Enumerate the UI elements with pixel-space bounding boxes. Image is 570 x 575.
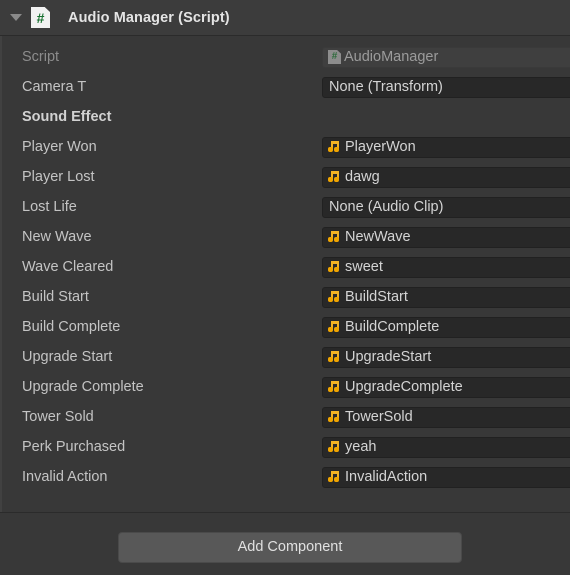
object-field-script: # AudioManager xyxy=(322,46,570,68)
property-label: Player Won xyxy=(22,139,97,155)
property-label: Perk Purchased xyxy=(22,439,126,455)
property-label: Build Complete xyxy=(22,319,121,335)
property-label: Tower Sold xyxy=(22,409,94,425)
property-row-new-wave: New Wave NewWave xyxy=(2,222,570,252)
property-label: Script xyxy=(22,49,60,65)
object-field-value: yeah xyxy=(345,438,377,455)
audio-clip-icon xyxy=(328,290,341,304)
audio-clip-icon xyxy=(328,230,341,244)
object-field-value: None (Transform) xyxy=(329,78,443,95)
object-field-value: sweet xyxy=(345,258,383,275)
property-label: Lost Life xyxy=(22,199,77,215)
script-icon-glyph: # xyxy=(331,51,338,62)
audio-clip-icon xyxy=(328,260,341,274)
property-label: Upgrade Start xyxy=(22,349,113,365)
property-label: New Wave xyxy=(22,229,92,245)
inspector-panel: # Audio Manager (Script) Script # AudioM… xyxy=(0,0,570,575)
object-field-value: InvalidAction xyxy=(345,468,428,485)
audio-clip-icon xyxy=(328,320,341,334)
property-label: Invalid Action xyxy=(22,469,108,485)
property-label: Upgrade Complete xyxy=(22,379,144,395)
chevron-down-icon[interactable] xyxy=(6,8,26,28)
object-field-value: BuildComplete xyxy=(345,318,440,335)
audio-clip-icon xyxy=(328,410,341,424)
object-field-player-won[interactable]: PlayerWon xyxy=(322,136,570,158)
property-row-upgrade-complete: Upgrade Complete UpgradeComplete xyxy=(2,372,570,402)
object-field-invalid-action[interactable]: InvalidAction xyxy=(322,466,570,488)
property-label: Camera T xyxy=(22,79,87,95)
object-field-upgrade-complete[interactable]: UpgradeComplete xyxy=(322,376,570,398)
property-label: Wave Cleared xyxy=(22,259,114,275)
component-title: Audio Manager (Script) xyxy=(68,9,230,26)
property-row-perk-purchased: Perk Purchased yeah xyxy=(2,432,570,462)
object-field-camera-t[interactable]: None (Transform) xyxy=(322,76,570,98)
audio-clip-icon xyxy=(328,350,341,364)
section-header-sound-effect: Sound Effect xyxy=(22,109,112,125)
object-field-lost-life[interactable]: None (Audio Clip) xyxy=(322,196,570,218)
object-field-value: PlayerWon xyxy=(345,138,416,155)
add-component-button[interactable]: Add Component xyxy=(118,531,462,563)
object-field-value: NewWave xyxy=(345,228,411,245)
script-file-icon: # xyxy=(31,7,50,28)
property-row-upgrade-start: Upgrade Start UpgradeStart xyxy=(2,342,570,372)
property-row-player-won: Player Won PlayerWon xyxy=(2,132,570,162)
property-row-build-complete: Build Complete BuildComplete xyxy=(2,312,570,342)
object-field-tower-sold[interactable]: TowerSold xyxy=(322,406,570,428)
property-row-script: Script # AudioManager xyxy=(2,42,570,72)
property-row-wave-cleared: Wave Cleared sweet xyxy=(2,252,570,282)
audio-clip-icon xyxy=(328,380,341,394)
object-field-upgrade-start[interactable]: UpgradeStart xyxy=(322,346,570,368)
component-body: Script # AudioManager Camera T None (Tra… xyxy=(0,36,570,512)
audio-clip-icon xyxy=(328,140,341,154)
object-field-build-complete[interactable]: BuildComplete xyxy=(322,316,570,338)
object-field-value: BuildStart xyxy=(345,288,408,305)
audio-clip-icon xyxy=(328,170,341,184)
script-file-icon: # xyxy=(328,50,341,64)
property-row-player-lost: Player Lost dawg xyxy=(2,162,570,192)
property-row-build-start: Build Start BuildStart xyxy=(2,282,570,312)
object-field-value: TowerSold xyxy=(345,408,413,425)
script-icon-glyph: # xyxy=(36,10,45,26)
object-field-value: UpgradeStart xyxy=(345,348,432,365)
property-row-tower-sold: Tower Sold TowerSold xyxy=(2,402,570,432)
property-label: Build Start xyxy=(22,289,89,305)
object-field-value: UpgradeComplete xyxy=(345,378,463,395)
object-field-build-start[interactable]: BuildStart xyxy=(322,286,570,308)
object-field-wave-cleared[interactable]: sweet xyxy=(322,256,570,278)
object-field-new-wave[interactable]: NewWave xyxy=(322,226,570,248)
object-field-player-lost[interactable]: dawg xyxy=(322,166,570,188)
object-field-value: dawg xyxy=(345,168,380,185)
object-field-value: AudioManager xyxy=(344,48,439,65)
property-label: Player Lost xyxy=(22,169,95,185)
property-row-invalid-action: Invalid Action InvalidAction xyxy=(2,462,570,492)
property-row-lost-life: Lost Life None (Audio Clip) xyxy=(2,192,570,222)
component-header[interactable]: # Audio Manager (Script) xyxy=(0,0,570,36)
inspector-footer: Add Component xyxy=(0,513,570,575)
object-field-perk-purchased[interactable]: yeah xyxy=(322,436,570,458)
property-row-camera-t: Camera T None (Transform) xyxy=(2,72,570,102)
audio-clip-icon xyxy=(328,440,341,454)
audio-clip-icon xyxy=(328,470,341,484)
object-field-value: None (Audio Clip) xyxy=(329,198,444,215)
